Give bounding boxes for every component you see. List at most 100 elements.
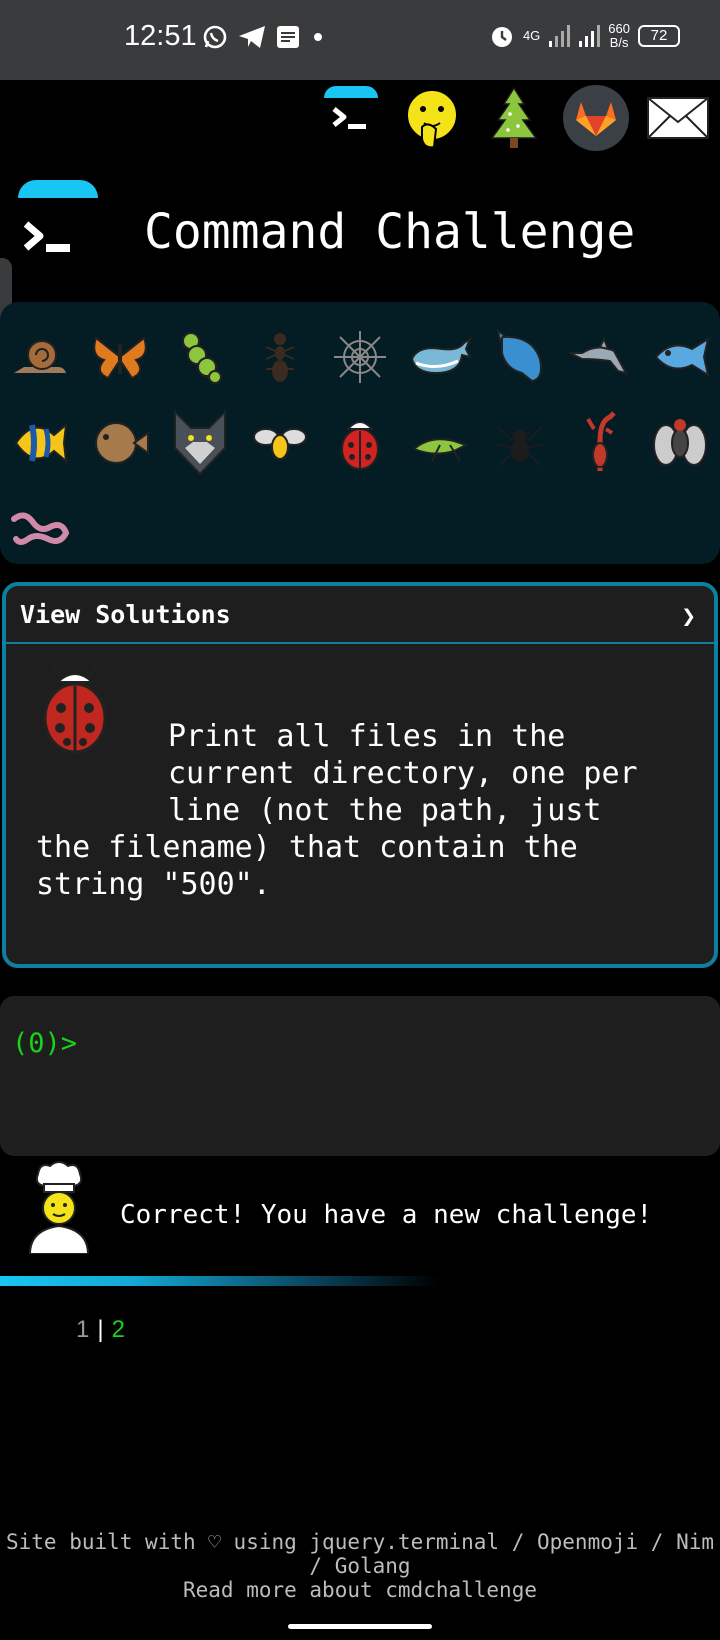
signal-icon	[579, 25, 601, 47]
challenge-line: Print all files in the	[168, 719, 566, 754]
tree-icon	[490, 86, 538, 148]
terminal-prompt: (0)>	[12, 1028, 78, 1059]
emoji-cell[interactable]	[640, 317, 720, 397]
page-header: Command Challenge	[18, 178, 708, 288]
tropical-fish-icon	[14, 422, 68, 464]
dot-icon	[314, 33, 322, 41]
whale-icon	[410, 336, 472, 375]
emoji-row	[0, 486, 720, 572]
footer-read-more-link[interactable]: Read more about cmdchallenge	[0, 1578, 720, 1602]
mail-button[interactable]	[644, 84, 712, 152]
telegram-icon	[239, 26, 265, 48]
pager-separator: |	[97, 1316, 104, 1343]
butterfly-icon	[93, 336, 147, 380]
page-link-previous[interactable]: 1	[76, 1316, 89, 1343]
emoji-cell[interactable]	[560, 317, 640, 397]
signal-icon	[549, 25, 571, 47]
emoji-cell[interactable]	[640, 403, 720, 483]
emoji-row	[0, 314, 720, 400]
logo-dome	[18, 180, 98, 198]
fish-icon	[654, 336, 710, 378]
status-system-icons: 4G 660 B/s 72	[489, 22, 680, 50]
tree-button[interactable]	[480, 84, 548, 152]
worm-icon	[11, 512, 70, 545]
emoji-cell[interactable]	[240, 403, 320, 483]
footer-credits-cont[interactable]: / Golang	[0, 1554, 720, 1578]
dolphin-icon	[569, 336, 628, 375]
emoji-cell[interactable]	[0, 489, 80, 569]
alarm-icon	[491, 27, 512, 47]
view-solutions-toggle[interactable]: View Solutions ❯	[6, 586, 714, 644]
logo[interactable]	[18, 178, 100, 268]
emoji-cell[interactable]	[240, 317, 320, 397]
shushing-face-button[interactable]	[398, 84, 466, 152]
page-link-current[interactable]: 2	[112, 1316, 125, 1343]
ladybug-icon	[43, 665, 107, 754]
challenge-line: the filename) that contain the	[36, 830, 578, 865]
chef-icon	[28, 1161, 90, 1254]
battery-indicator: 72	[638, 25, 680, 47]
footer: Site built with ♡ using jquery.terminal …	[0, 1530, 720, 1602]
challenge-line: line (not the path, just	[168, 793, 602, 828]
feedback-message: Correct! You have a new challenge!	[120, 1200, 653, 1230]
challenge-line: current directory, one per	[168, 756, 638, 791]
network-speed-value: 660	[608, 21, 630, 36]
scorpion-icon	[586, 411, 616, 471]
mail-icon	[647, 97, 709, 139]
progress-bar	[0, 1276, 440, 1286]
caterpillar-icon	[182, 332, 222, 384]
status-notification-icons	[202, 24, 326, 50]
terminal-input[interactable]: (0)>	[0, 996, 720, 1156]
emoji-cell[interactable]	[480, 403, 560, 483]
fly-icon	[653, 419, 707, 466]
network-speed: 660 B/s	[608, 22, 630, 50]
wolf-icon	[174, 409, 226, 476]
emoji-cell[interactable]	[400, 403, 480, 483]
whale2-icon	[496, 329, 542, 383]
header-icon-row	[316, 84, 712, 152]
solutions-card: View Solutions ❯ Print all files in the …	[2, 582, 718, 968]
emoji-row	[0, 400, 720, 486]
cricket-icon	[412, 438, 469, 462]
challenge-description: Print all files in the current directory…	[6, 644, 714, 923]
notes-icon	[277, 26, 299, 48]
status-time: 12:51	[124, 20, 197, 52]
blowfish-icon	[95, 422, 149, 464]
emoji-cell[interactable]	[80, 317, 160, 397]
ant-icon	[265, 333, 295, 382]
challenge-text: Print all files in the current directory…	[36, 664, 684, 903]
footer-credits[interactable]: Site built with ♡ using jquery.terminal …	[0, 1530, 720, 1554]
terminal-icon-button[interactable]	[316, 84, 384, 152]
challenge-line: string "500".	[36, 867, 271, 902]
emoji-cell[interactable]	[480, 317, 560, 397]
terminal-dome	[324, 86, 378, 98]
challenge-pager: 1 | 2	[76, 1316, 125, 1344]
emoji-cell[interactable]	[80, 403, 160, 483]
terminal-logo-icon	[23, 221, 70, 252]
gitlab-circle	[563, 85, 629, 151]
challenge-emoji-grid	[0, 302, 720, 564]
gitlab-button[interactable]	[562, 84, 630, 152]
page-title: Command Challenge	[144, 204, 636, 260]
spider-web-icon	[334, 331, 386, 383]
network-type: 4G	[522, 28, 541, 43]
status-bar: 12:51 4G 660 B/s 72	[0, 0, 720, 80]
emoji-cell[interactable]	[160, 317, 240, 397]
emoji-cell[interactable]	[0, 317, 80, 397]
chevron-right-icon: ❯	[681, 602, 696, 630]
emoji-cell[interactable]	[160, 403, 240, 483]
emoji-cell[interactable]	[0, 403, 80, 483]
bee-icon	[253, 428, 307, 460]
home-indicator[interactable]	[288, 1624, 432, 1629]
network-speed-unit: B/s	[609, 35, 629, 50]
terminal-icon	[332, 107, 366, 129]
emoji-cell[interactable]	[320, 317, 400, 397]
shushing-face-icon	[406, 89, 458, 149]
spider-icon	[495, 426, 545, 466]
emoji-cell[interactable]	[560, 403, 640, 483]
ladybug-icon	[341, 421, 379, 470]
whatsapp-icon	[203, 25, 227, 49]
gitlab-icon	[576, 102, 616, 136]
emoji-cell[interactable]	[400, 317, 480, 397]
emoji-cell[interactable]	[320, 403, 400, 483]
